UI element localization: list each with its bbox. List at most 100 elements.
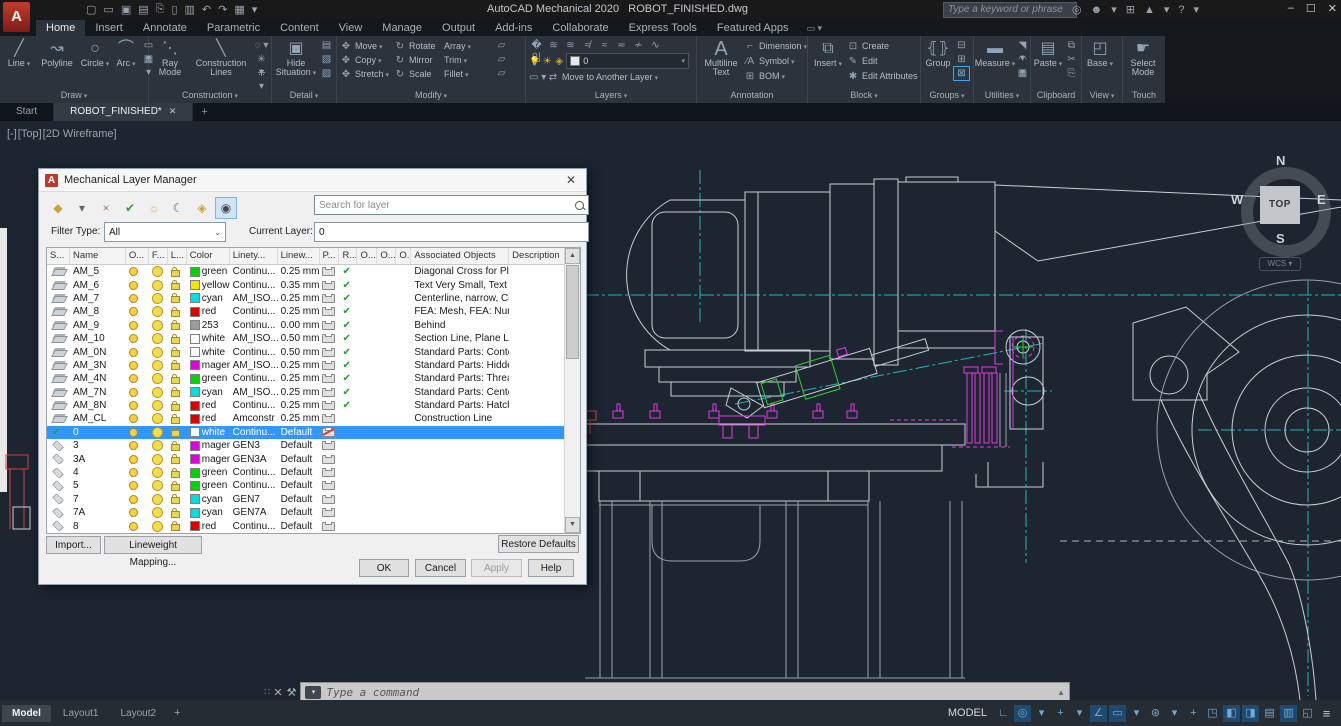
layer-lock-icon[interactable]: ◈ <box>191 197 213 219</box>
move-to-layer-tool[interactable]: ▭ ▾ ⇄ Move to Another Layer <box>529 70 658 84</box>
layer-tool-icon[interactable]: ≉ <box>580 39 595 52</box>
ribbon-display-toggle-icon[interactable]: ▭ ▾ <box>798 21 830 36</box>
layer-lock-icon[interactable] <box>171 497 180 504</box>
color-swatch[interactable] <box>190 468 200 478</box>
command-history-icon[interactable]: ▲ <box>1057 688 1065 697</box>
modify-tool[interactable]: Trim <box>444 53 492 67</box>
lineweight[interactable]: 0.50 mm <box>278 347 320 358</box>
layer-lock-icon[interactable] <box>171 404 180 411</box>
layer-lock-icon[interactable] <box>171 296 180 303</box>
layer-lock-icon[interactable] <box>171 283 180 290</box>
plot-icon[interactable] <box>322 481 335 490</box>
linetype[interactable]: GEN3A <box>230 454 278 465</box>
modify-tool[interactable]: ↻Scale <box>394 67 442 81</box>
isolate-objects-icon[interactable]: ◳ <box>1204 705 1221 722</box>
layer-freeze-icon[interactable] <box>152 373 163 384</box>
table-row[interactable]: AM_10 white AM_ISO... 0.50 mm Section Li… <box>47 332 564 345</box>
plot-icon[interactable] <box>322 267 335 276</box>
cancel-button[interactable]: Cancel <box>415 559 466 577</box>
ribbon-tab[interactable]: Express Tools <box>619 20 707 36</box>
layer-on-icon[interactable] <box>129 307 138 316</box>
plot-icon[interactable] <box>322 428 335 437</box>
panel-label-modify[interactable]: Modify <box>337 89 525 103</box>
layer-visibility-icon[interactable]: ☼ <box>143 197 165 219</box>
detail-c-icon[interactable]: ▨ <box>319 67 334 80</box>
import-button[interactable]: Import... <box>46 536 101 554</box>
command-close-icon[interactable]: ✕ <box>273 686 282 699</box>
app-logo[interactable]: A <box>3 2 30 32</box>
color-swatch[interactable] <box>190 521 200 531</box>
plot-icon[interactable] <box>322 361 335 370</box>
help-button[interactable]: Help <box>528 559 574 577</box>
ray-mode-tool[interactable]: ⋱ Ray Mode <box>152 39 188 77</box>
layer-freeze-icon[interactable] <box>152 280 163 291</box>
dialog-title-bar[interactable]: A Mechanical Layer Manager ✕ <box>39 169 586 192</box>
plot-icon[interactable] <box>322 321 335 330</box>
edit-attributes-tool[interactable]: ✱Edit Attributes <box>847 69 918 83</box>
set-current-icon[interactable]: ✔ <box>119 197 141 219</box>
print-icon[interactable]: ▥ <box>185 3 195 16</box>
layer-on-icon[interactable] <box>129 334 138 343</box>
layer-on-icon[interactable] <box>129 321 138 330</box>
hardware-accel-icon[interactable]: ▥ <box>1280 705 1297 722</box>
layer-freeze-icon[interactable] <box>152 427 163 438</box>
new-tab-button[interactable]: + <box>193 103 215 121</box>
layer-lock-icon[interactable] <box>171 363 180 370</box>
layout-tab[interactable]: Layout2 <box>110 705 166 722</box>
linetype[interactable]: Continu... <box>230 373 278 384</box>
ribbon-tab[interactable]: Home <box>36 20 85 36</box>
delete-layer-icon[interactable]: × <box>95 197 117 219</box>
dimension-tool[interactable]: ⌐Dimension <box>744 39 807 53</box>
layer-on-icon[interactable]: 💡 <box>529 56 540 67</box>
dialog-close-icon[interactable]: ✕ <box>562 173 580 187</box>
search-binoculars-icon[interactable]: ◎ <box>1072 3 1082 16</box>
color-swatch[interactable] <box>190 401 200 411</box>
ribbon-tab[interactable]: Featured Apps <box>707 20 799 36</box>
color-swatch[interactable] <box>190 280 200 290</box>
layer-lock-icon[interactable] <box>171 417 180 424</box>
app-store-icon[interactable]: ⊞ <box>1126 3 1135 16</box>
panel-label-view[interactable]: View <box>1082 89 1122 103</box>
help-search-input[interactable]: Type a keyword or phrase <box>943 2 1077 18</box>
new-layout-button[interactable]: + <box>166 704 188 722</box>
layer-on-icon[interactable] <box>129 281 138 290</box>
color-swatch[interactable] <box>190 347 200 357</box>
layer-lock-icon[interactable] <box>171 390 180 397</box>
close-button[interactable]: ✕ <box>1328 2 1337 15</box>
star-construction-icon[interactable]: ✳ ▾ <box>254 53 269 66</box>
color-swatch[interactable] <box>190 334 200 344</box>
polar-tracking-icon[interactable]: + <box>1052 705 1069 722</box>
layer-freeze-icon[interactable] <box>152 320 163 331</box>
qa-customize-caret-icon[interactable]: ▾ <box>252 3 258 16</box>
ribbon-tab[interactable]: Add-ins <box>485 20 542 36</box>
table-row[interactable]: 8 red Continu... Default <box>47 519 564 532</box>
scroll-thumb[interactable] <box>566 265 579 359</box>
layer-lock-icon[interactable] <box>171 350 180 357</box>
layer-freeze-icon[interactable] <box>152 347 163 358</box>
viewcube-west[interactable]: W <box>1231 192 1243 207</box>
arc-tool[interactable]: ⌒ Arc <box>113 39 139 69</box>
viewcube-north[interactable]: N <box>1276 153 1285 168</box>
layer-on-icon[interactable] <box>129 441 138 450</box>
table-row[interactable]: AM_0N white Continu... 0.50 mm Standard … <box>47 345 564 358</box>
layer-tool-icon[interactable]: �임 <box>529 39 544 52</box>
layer-tool-icon[interactable]: ≂ <box>614 39 629 52</box>
plot-icon[interactable] <box>322 307 335 316</box>
group-select-icon[interactable]: ⊠ <box>954 67 969 80</box>
plot-icon[interactable] <box>322 522 335 531</box>
plot-icon[interactable]: ⎘ <box>156 3 165 16</box>
settings-gear-icon[interactable]: ⊛ <box>1147 705 1164 722</box>
lineweight[interactable]: 0.35 mm <box>278 280 320 291</box>
scroll-down-icon[interactable]: ▼ <box>565 517 580 533</box>
color-swatch[interactable] <box>190 427 200 437</box>
layer-tool-icon[interactable]: ≊ <box>563 39 578 52</box>
bom-tool[interactable]: ⊞BOM <box>744 69 807 83</box>
cut-clip-icon[interactable]: ✂ <box>1064 53 1079 66</box>
layer-on-icon[interactable] <box>129 361 138 370</box>
line-tool[interactable]: ╱ Line <box>3 39 35 69</box>
modify-extra-icon[interactable]: ▱ <box>494 53 509 66</box>
layer-on-icon[interactable] <box>129 468 138 477</box>
layer-on-icon[interactable] <box>129 522 138 531</box>
annotation-visibility-icon[interactable]: ▤ <box>1261 705 1278 722</box>
ribbon-tab[interactable]: Output <box>432 20 485 36</box>
